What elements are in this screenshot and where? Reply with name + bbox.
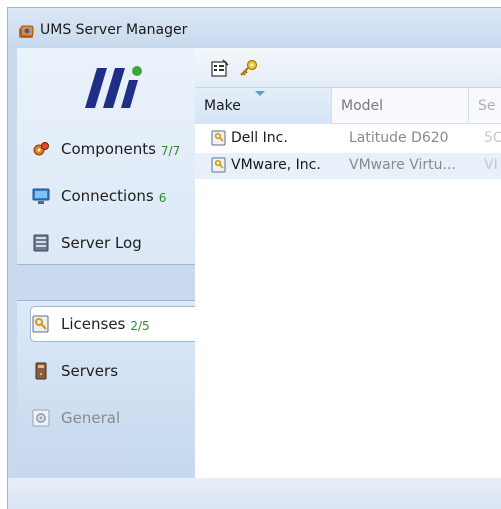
sidebar-item-count: 2/5 [130,318,150,333]
sidebar-item-general[interactable]: General [31,404,125,432]
license-key-icon [211,130,226,146]
sidebar-item-label: General [61,409,121,427]
table-row[interactable]: VMware, Inc. VMware Virtu... VI [195,153,501,179]
sidebar-item-servers[interactable]: Servers [31,357,123,385]
column-header-make[interactable]: Make [195,88,332,124]
properties-icon[interactable] [209,58,231,80]
sidebar-item-count: 6 [158,190,167,205]
sidebar-item-connections[interactable]: Connections 6 [31,182,166,210]
table-header: Make Model Se [195,88,501,124]
app-window: UMS Server Manager Components 7/7 Connec… [7,7,501,509]
components-icon [33,142,49,156]
status-area [8,478,501,509]
sidebar-item-server-log[interactable]: Server Log [31,229,147,257]
ums-app-icon [19,25,34,38]
main-panel: Make Model Se Dell Inc. Latitude D620 5C [195,48,501,478]
key-icon[interactable] [237,58,259,80]
license-key-icon [211,157,226,173]
general-icon [32,409,50,427]
column-header-model[interactable]: Model [332,88,469,124]
sidebar-item-label: Servers [61,362,119,380]
cell-make: VMware, Inc. [231,157,321,173]
cell-extra: 5C [484,130,501,146]
cell-make: Dell Inc. [231,130,288,146]
igel-logo [85,66,142,108]
title-bar[interactable]: UMS Server Manager [8,8,501,48]
table-row[interactable]: Dell Inc. Latitude D620 5C [195,126,501,152]
servers-icon [35,362,47,380]
toolbar [195,48,501,88]
sort-indicator-icon [255,91,265,96]
sidebar-item-label: Components [61,140,156,158]
connections-icon [32,188,50,204]
sidebar-item-label: Server Log [61,234,142,252]
sidebar-item-label: Connections [61,187,154,205]
window-title: UMS Server Manager [40,22,188,38]
cell-model: VMware Virtu... [349,157,456,173]
column-header-extra[interactable]: Se [469,88,501,124]
sidebar-item-label: Licenses [61,315,126,333]
sidebar-item-licenses[interactable]: Licenses 2/5 [31,310,150,338]
sidebar-item-count: 7/7 [160,143,181,158]
cell-model: Latitude D620 [349,130,449,146]
sidebar-item-components[interactable]: Components 7/7 [31,135,180,163]
licenses-icon [32,315,49,333]
server-log-icon [33,234,49,252]
sidebar: Components 7/7 Connections 6 Server Log [17,48,212,478]
cell-extra: VI [484,157,498,173]
